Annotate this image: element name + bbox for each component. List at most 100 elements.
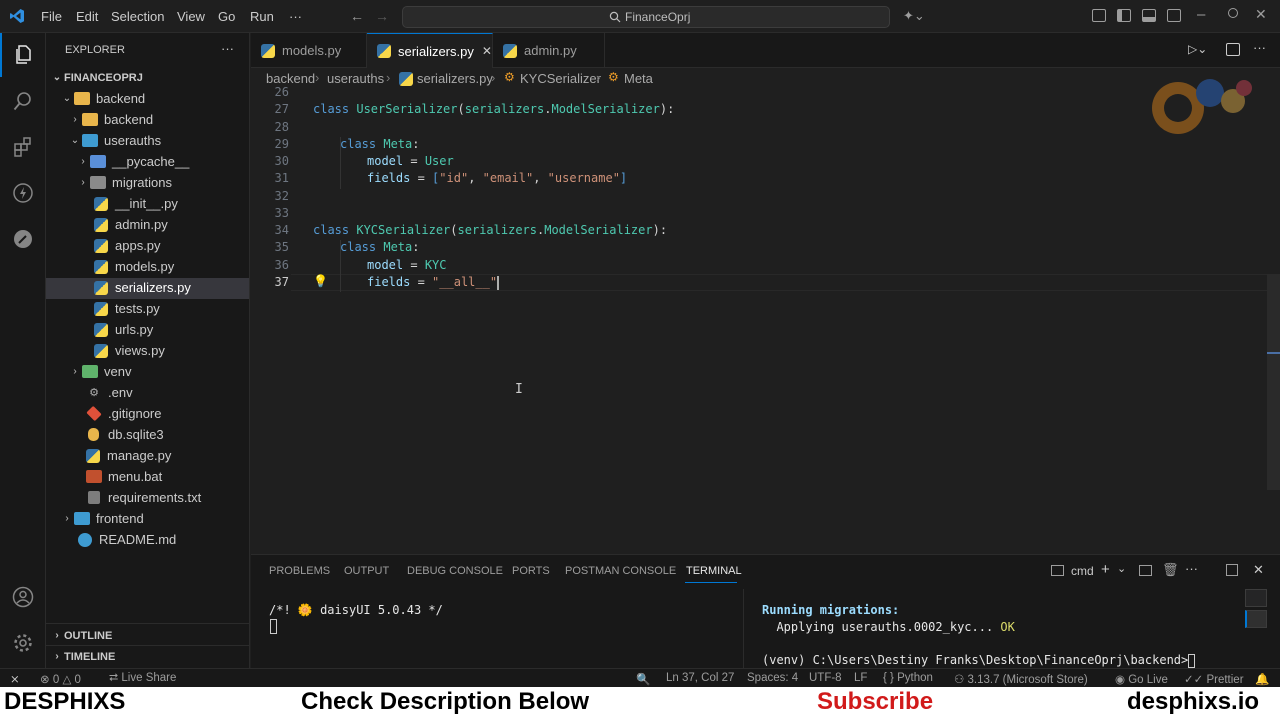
toggle-panel-icon[interactable] <box>1142 9 1156 22</box>
tree-file-models[interactable]: models.py <box>94 256 174 277</box>
maximize-panel-icon[interactable] <box>1226 564 1238 576</box>
panel-tab-problems[interactable]: PROBLEMS <box>269 565 330 577</box>
close-window-icon[interactable]: ✕ <box>1255 6 1267 23</box>
split-terminal-icon[interactable] <box>1139 565 1152 576</box>
breadcrumb-item[interactable]: userauths <box>327 71 384 86</box>
tree-file-views[interactable]: views.py <box>94 340 165 361</box>
code-line-36: model = KYC <box>367 258 447 272</box>
tree-file-apps[interactable]: apps.py <box>94 235 161 256</box>
tree-file-db[interactable]: db.sqlite3 <box>86 424 164 445</box>
language-status[interactable]: { } Python <box>883 672 933 684</box>
panel-tab-debug-console[interactable]: DEBUG CONSOLE <box>407 565 503 577</box>
close-tab-icon[interactable]: ✕ <box>482 44 492 58</box>
tree-folder-frontend[interactable]: › frontend <box>60 508 143 529</box>
tree-folder-pycache[interactable]: › __pycache__ <box>76 151 189 172</box>
menu-selection[interactable]: Selection <box>111 9 164 24</box>
timeline-section[interactable]: › TIMELINE <box>50 646 115 667</box>
tree-file-menu-bat[interactable]: menu.bat <box>86 466 162 487</box>
panel-tab-output[interactable]: OUTPUT <box>344 565 389 577</box>
eol-status[interactable]: LF <box>854 672 867 684</box>
cursor-position-status[interactable]: Ln 37, Col 27 <box>666 672 734 684</box>
prettier-status[interactable]: ✓✓ Prettier <box>1184 672 1244 686</box>
panel-tab-ports[interactable]: PORTS <box>512 565 550 577</box>
tree-file-manage[interactable]: manage.py <box>86 445 171 466</box>
tab-serializers[interactable]: serializers.py ✕ <box>367 33 493 68</box>
tree-folder-userauths[interactable]: ⌄ userauths <box>68 130 161 151</box>
breadcrumb-item[interactable]: serializers.py <box>417 71 493 86</box>
tree-file-tests[interactable]: tests.py <box>94 298 160 319</box>
menu-run[interactable]: Run <box>250 9 274 24</box>
customize-layout-icon[interactable] <box>1092 9 1106 22</box>
terminal-split-divider[interactable] <box>743 589 744 669</box>
terminal-tab-item[interactable] <box>1245 589 1267 607</box>
command-center-search[interactable]: FinanceOprj <box>402 6 890 28</box>
panel-tab-terminal[interactable]: TERMINAL <box>686 565 742 577</box>
terminal-shell-label[interactable]: cmd <box>1071 564 1094 578</box>
tree-folder-backend[interactable]: ⌄ backend <box>60 88 145 109</box>
thunder-client-icon[interactable] <box>0 171 46 215</box>
restore-icon[interactable] <box>1228 8 1238 18</box>
editor-scrollbar[interactable] <box>1267 274 1280 490</box>
tree-file-serializers[interactable]: serializers.py <box>94 277 191 298</box>
tree-file-gitignore[interactable]: .gitignore <box>86 403 161 424</box>
lightbulb-icon[interactable]: 💡 <box>313 274 328 288</box>
remote-icon[interactable]: ⨯ <box>10 672 20 686</box>
panel-more-icon[interactable]: ··· <box>1185 561 1198 576</box>
tree-folder-backend-inner[interactable]: › backend <box>68 109 153 130</box>
forward-arrow-icon[interactable]: → <box>375 8 389 24</box>
tree-folder-migrations[interactable]: › migrations <box>76 172 172 193</box>
trash-icon[interactable]: 🗑 <box>1162 562 1179 578</box>
breadcrumb-item[interactable]: KYCSerializer <box>520 71 601 86</box>
tree-file-requirements[interactable]: requirements.txt <box>86 487 201 508</box>
interpreter-status[interactable]: ⚇ 3.13.7 (Microsoft Store) <box>954 672 1088 686</box>
menu-go[interactable]: Go <box>218 9 235 24</box>
account-icon[interactable] <box>0 575 46 619</box>
back-arrow-icon[interactable]: ← <box>350 8 364 24</box>
encoding-status[interactable]: UTF-8 <box>809 672 842 684</box>
search-sidebar-icon[interactable] <box>0 79 46 123</box>
terminal-tab-item-active[interactable] <box>1245 610 1267 628</box>
go-live-status[interactable]: ◉ Go Live <box>1115 672 1168 686</box>
menu-view[interactable]: View <box>177 9 205 24</box>
explorer-icon[interactable] <box>0 33 46 77</box>
copilot-icon[interactable]: ✦⌄ <box>903 8 925 24</box>
outline-section[interactable]: › OUTLINE <box>50 625 112 646</box>
live-share-status[interactable]: ⮂ Live Share <box>109 672 176 685</box>
tab-models[interactable]: models.py <box>251 33 367 68</box>
chevron-down-icon[interactable]: ⌄ <box>1117 562 1126 575</box>
explorer-more-icon[interactable]: ··· <box>221 41 234 56</box>
tree-file-env[interactable]: ⚙ .env <box>86 382 133 403</box>
extensions-icon[interactable] <box>0 125 46 169</box>
problems-status[interactable]: ⊗ 0 △ 0 <box>40 672 81 686</box>
panel-tab-postman-console[interactable]: POSTMAN CONSOLE <box>565 565 676 577</box>
breadcrumb-item[interactable]: backend <box>266 71 315 86</box>
tree-file-init[interactable]: __init__.py <box>94 193 178 214</box>
python-file-icon <box>94 343 108 358</box>
close-panel-icon[interactable]: ✕ <box>1253 562 1264 578</box>
explorer-root-folder[interactable]: ⌄ FINANCEOPRJ <box>50 67 143 88</box>
toggle-sidebar-icon[interactable] <box>1117 9 1131 22</box>
vscode-logo-icon[interactable] <box>9 8 25 24</box>
notifications-bell-icon[interactable]: 🔔 <box>1255 672 1269 686</box>
tree-file-urls[interactable]: urls.py <box>94 319 153 340</box>
line-number: 33 <box>274 206 289 220</box>
minimize-icon[interactable]: – <box>1197 6 1205 23</box>
menu-edit[interactable]: Edit <box>76 9 98 24</box>
breadcrumb-item[interactable]: Meta <box>624 71 653 86</box>
tree-file-admin[interactable]: admin.py <box>94 214 168 235</box>
tree-folder-venv[interactable]: › venv <box>68 361 131 382</box>
toggle-secondary-sidebar-icon[interactable] <box>1167 9 1181 22</box>
indentation-status[interactable]: Spaces: 4 <box>747 672 798 684</box>
code-editor[interactable]: 26 27 28 29 30 31 32 33 34 35 36 37 clas… <box>251 79 1280 554</box>
editor-more-icon[interactable]: ··· <box>1253 40 1266 55</box>
split-editor-icon[interactable] <box>1226 43 1240 56</box>
zoom-icon[interactable]: 🔍 <box>636 672 650 686</box>
postman-icon[interactable] <box>0 217 46 261</box>
new-terminal-icon[interactable]: + <box>1101 561 1110 578</box>
menu-more[interactable]: ··· <box>289 9 302 24</box>
settings-gear-icon[interactable] <box>0 621 46 665</box>
tree-file-readme[interactable]: README.md <box>78 529 176 550</box>
tab-admin[interactable]: admin.py <box>493 33 605 68</box>
run-python-icon[interactable]: ▷⌄ <box>1188 42 1207 56</box>
menu-file[interactable]: File <box>41 9 62 24</box>
